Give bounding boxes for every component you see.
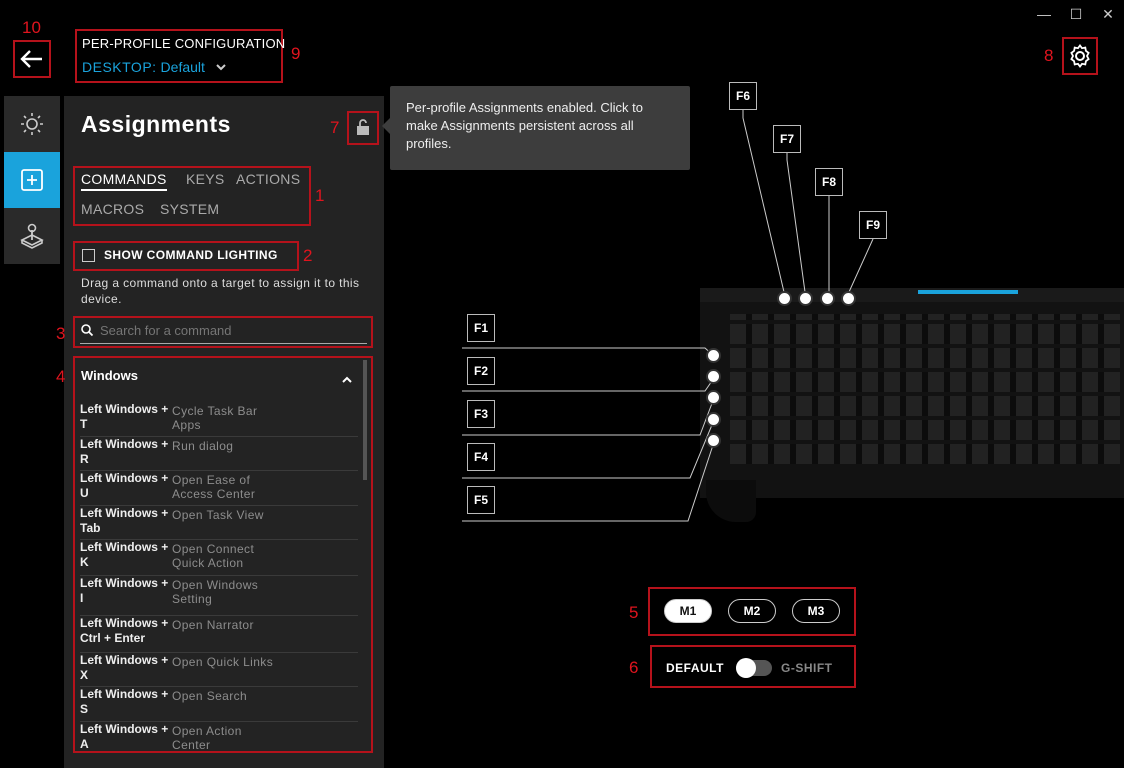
gshift-toggle[interactable] (736, 658, 772, 678)
gkey-dot-f6[interactable] (777, 291, 792, 306)
gkey-dot-f2[interactable] (706, 369, 721, 384)
gkey-label-f9[interactable]: F9 (859, 211, 887, 239)
gkey-label-f2[interactable]: F2 (467, 357, 495, 385)
gkey-dot-f5[interactable] (706, 433, 721, 448)
gshift-toggle-knob (736, 658, 756, 678)
gkey-dot-f7[interactable] (798, 291, 813, 306)
gkey-label-f6[interactable]: F6 (729, 82, 757, 110)
annotation-number-6: 6 (629, 658, 639, 677)
gkey-dot-f1[interactable] (706, 348, 721, 363)
gkey-dot-f9[interactable] (841, 291, 856, 306)
gshift-default-label: DEFAULT (666, 661, 724, 675)
gkey-dot-f4[interactable] (706, 412, 721, 427)
gkey-label-f7[interactable]: F7 (773, 125, 801, 153)
gkey-dot-f3[interactable] (706, 390, 721, 405)
gshift-label: G-SHIFT (781, 661, 833, 675)
gkey-label-f1[interactable]: F1 (467, 314, 495, 342)
gkey-label-f3[interactable]: F3 (467, 400, 495, 428)
callout-lines (462, 110, 874, 522)
annotation-number-5: 5 (629, 603, 639, 622)
gkey-label-f5[interactable]: F5 (467, 486, 495, 514)
mode-m1-button[interactable]: M1 (664, 599, 712, 623)
mode-m3-button[interactable]: M3 (792, 599, 840, 623)
mode-m2-button[interactable]: M2 (728, 599, 776, 623)
gkey-dot-f8[interactable] (820, 291, 835, 306)
gkey-label-f4[interactable]: F4 (467, 443, 495, 471)
gkey-label-f8[interactable]: F8 (815, 168, 843, 196)
